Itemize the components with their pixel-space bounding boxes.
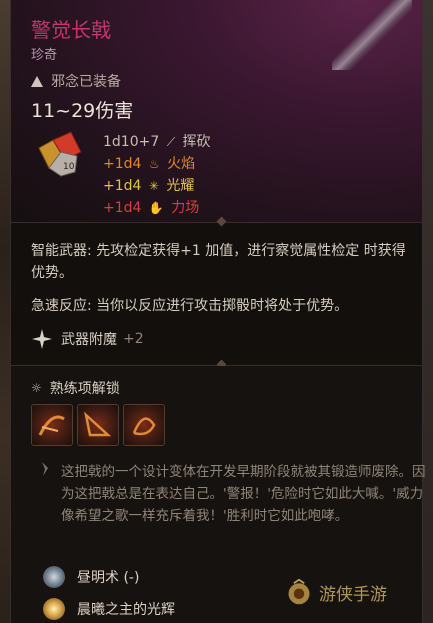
dice-icon: 10 (38, 131, 82, 177)
watermark: 游侠手游 (285, 578, 387, 606)
lightbulb-icon: ☼ (31, 381, 42, 395)
tooltip-header: 警觉长戟 珍奇 邪念已装备 11~29伤害 10 1d10+7 ⟋ 挥砍 +1d… (11, 0, 422, 222)
spell-dawnmaster-label: 晨曦之主的光辉 (77, 602, 175, 618)
watermark-text: 游侠手游 (319, 584, 387, 605)
force-icon: ✋ (148, 201, 164, 215)
damage-line-base: 1d10+7 ⟋ 挥砍 (103, 134, 211, 150)
enchant-bonus: +2 (123, 331, 144, 347)
damage-total: 11~29伤害 (31, 100, 134, 122)
property-smart-weapon: 智能武器: 先攻检定获得+1 加值，进行察觉属性检定 时获得 优势。 (31, 243, 406, 281)
item-tooltip: 警觉长戟 珍奇 邪念已装备 11~29伤害 10 1d10+7 ⟋ 挥砍 +1d… (10, 0, 426, 623)
damage-line-radiant: +1d4 ✳ 光耀 (103, 178, 195, 194)
equip-status-text: 邪念已装备 (51, 74, 121, 90)
proficiency-label: 熟练项解锁 (49, 381, 120, 397)
warning-icon (31, 75, 43, 87)
enchant-label: 武器附魔 (61, 332, 117, 348)
lore-text: 这把戟的一个设计变体在开发早期阶段就被其锻造师废除。因为这把戟总是在表达自己。'… (61, 464, 426, 524)
property-quick-reaction: 急速反应: 当你以反应进行攻击掷骰时将处于优势。 (31, 298, 349, 314)
skill-3-icon[interactable] (123, 404, 165, 446)
item-rarity: 珍奇 (31, 48, 58, 63)
radiant-icon: ✳ (148, 179, 159, 193)
item-title: 警觉长戟 (31, 18, 111, 42)
spell-daylight[interactable]: 昼明术 (-) (43, 566, 139, 588)
damage-line-force: +1d4 ✋ 力场 (103, 200, 200, 216)
left-background-strip (0, 0, 10, 623)
dice-badge: 10 (63, 162, 75, 172)
slash-icon: ⟋ (166, 135, 176, 149)
halberd-blade-art (332, 0, 412, 70)
watermark-logo (288, 578, 310, 605)
equip-status-row: 邪念已装备 (31, 71, 121, 91)
skill-2-icon[interactable] (77, 404, 119, 446)
quill-icon (42, 462, 48, 476)
skill-1-icon[interactable] (31, 404, 73, 446)
fire-icon: ♨ (148, 157, 160, 171)
enchant-row: 武器附魔 +2 (31, 328, 144, 350)
damage-line-fire: +1d4 ♨ 火焰 (103, 156, 196, 172)
enchant-icon (32, 329, 52, 349)
daylight-icon (43, 566, 65, 588)
sunburst-icon (43, 598, 65, 620)
spell-daylight-label: 昼明术 (-) (77, 570, 140, 586)
proficiency-unlock-row: ☼ 熟练项解锁 (31, 378, 120, 398)
spell-dawnmaster-radiance[interactable]: 晨曦之主的光辉 (43, 598, 175, 620)
